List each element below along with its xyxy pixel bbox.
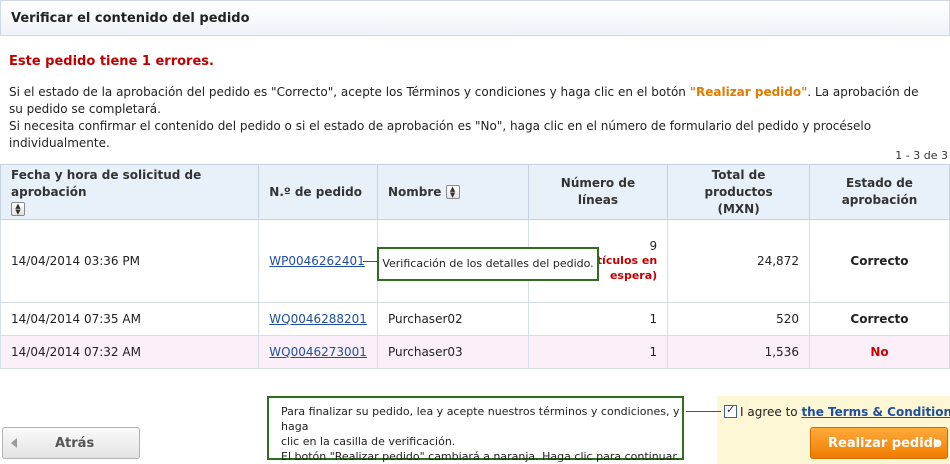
cell-name: Purchaser03 bbox=[376, 335, 529, 369]
sort-icon[interactable]: ▲ ▼ bbox=[445, 185, 460, 199]
cell-order-no: WP0046262401 bbox=[258, 219, 378, 303]
finalize-callout: Para finalizar su pedido, lea y acepte n… bbox=[267, 396, 684, 463]
error-message: Este pedido tiene 1 errores. bbox=[9, 54, 214, 69]
place-order-button-label: Realizar pedido bbox=[828, 436, 942, 451]
column-header-status-label-1: Estado de bbox=[846, 176, 913, 190]
order-link[interactable]: WQ0046273001 bbox=[269, 345, 367, 359]
column-header-name[interactable]: Nombre ▲ ▼ bbox=[376, 164, 529, 220]
table-row: 14/04/2014 07:35 AM WQ0046288201 Purchas… bbox=[0, 302, 950, 336]
pagination-count: 1 - 3 de 3 bbox=[895, 149, 948, 162]
place-order-button[interactable]: Realizar pedido bbox=[810, 427, 948, 459]
cell-total: 1,536 bbox=[667, 335, 810, 369]
callout-connector bbox=[686, 411, 721, 412]
finalize-callout-line-2: clic en la casilla de verificación. bbox=[281, 435, 456, 448]
instruction-highlight: "Realizar pedido" bbox=[689, 85, 808, 99]
order-link[interactable]: WP0046262401 bbox=[269, 254, 364, 268]
table-header-row: Fecha y hora de solicitud de aprobación … bbox=[0, 164, 950, 220]
column-header-name-label: Nombre bbox=[387, 184, 442, 199]
terms-link[interactable]: the Terms & Conditions bbox=[801, 405, 950, 419]
column-header-order-no: N.º de pedido bbox=[258, 164, 378, 220]
cell-status: No bbox=[808, 335, 950, 369]
finalize-callout-line-1: Para finalizar su pedido, lea y acepte n… bbox=[281, 405, 680, 433]
cell-total: 520 bbox=[667, 302, 810, 336]
terms-checkbox[interactable]: ✓ bbox=[724, 403, 737, 418]
cell-date: 14/04/2014 07:35 AM bbox=[0, 302, 260, 336]
column-header-status-label-2: aprobación bbox=[841, 193, 918, 207]
column-header-total-label: Total de productos bbox=[704, 167, 773, 199]
page-title: Verificar el contenido del pedido bbox=[11, 11, 250, 26]
cell-lines: 1 bbox=[527, 302, 669, 336]
finalize-callout-line-3: El botón "Realizar pedido" cambiará a na… bbox=[281, 450, 680, 463]
back-button-label: Atrás bbox=[55, 436, 95, 451]
cell-date: 14/04/2014 03:36 PM bbox=[0, 219, 260, 303]
instruction-text-1: Si el estado de la aprobación del pedido… bbox=[9, 85, 690, 99]
sort-icon[interactable]: ▲ ▼ bbox=[11, 202, 25, 216]
check-icon: ✓ bbox=[726, 403, 736, 416]
instructions: Si el estado de la aprobación del pedido… bbox=[9, 84, 929, 152]
cell-status: Correcto bbox=[808, 219, 950, 303]
back-button[interactable]: Atrás bbox=[2, 427, 140, 459]
agreement-prefix: I agree to bbox=[740, 405, 802, 419]
instruction-text-2: Si necesita confirmar el contenido del p… bbox=[9, 119, 872, 150]
cell-date: 14/04/2014 07:32 AM bbox=[0, 335, 260, 369]
chevron-left-icon bbox=[11, 438, 17, 448]
order-link[interactable]: WQ0046288201 bbox=[269, 312, 367, 326]
column-header-total: Total de productos (MXN) bbox=[667, 164, 810, 220]
cell-total: 24,872 bbox=[667, 219, 810, 303]
cell-name: Purchaser02 bbox=[376, 302, 529, 336]
page-header: Verificar el contenido del pedido bbox=[0, 0, 950, 36]
cell-status: Correcto bbox=[808, 302, 950, 336]
callout-connector bbox=[363, 261, 377, 262]
table-row: 14/04/2014 07:32 AM WQ0046273001 Purchas… bbox=[0, 335, 950, 369]
column-header-total-unit: (MXN) bbox=[717, 201, 760, 216]
cell-order-no: WQ0046288201 bbox=[258, 302, 378, 336]
column-header-status: Estado de aprobación bbox=[808, 164, 950, 220]
agreement-row: ✓I agree to the Terms & Conditions. bbox=[724, 403, 950, 419]
chevron-right-icon bbox=[934, 438, 940, 448]
column-header-date-label: Fecha y hora de solicitud de aprobación bbox=[11, 167, 202, 199]
column-header-lines: Número de líneas bbox=[527, 164, 669, 220]
column-header-date[interactable]: Fecha y hora de solicitud de aprobación … bbox=[0, 164, 260, 220]
cell-order-no: WQ0046273001 bbox=[258, 335, 378, 369]
cell-lines: 1 bbox=[527, 335, 669, 369]
order-details-callout: Verificación de los detalles del pedido. bbox=[377, 247, 599, 281]
